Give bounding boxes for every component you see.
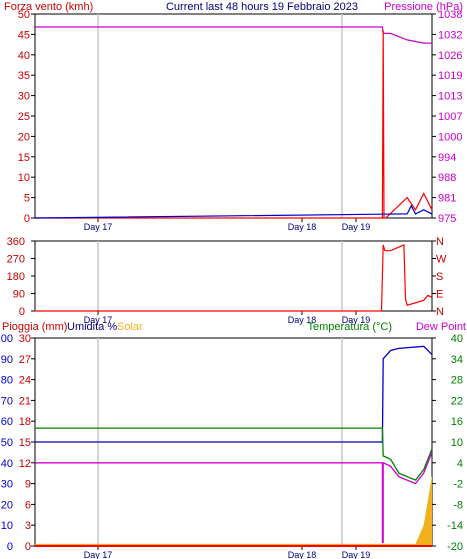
panel-0-right-tick-label-4: 1000 bbox=[438, 131, 462, 143]
panel-2-temp-tick-label-2: -8 bbox=[453, 499, 463, 511]
panel-0-left-tick-label-0: 0 bbox=[24, 213, 30, 225]
panel-1-left-tick-label-4: 360 bbox=[7, 236, 25, 248]
panel-1-right-tick-label-3: W bbox=[436, 254, 447, 266]
panel-2-temp-tick-label-8: 28 bbox=[451, 375, 463, 387]
panel-2-temp-tick-label-7: 22 bbox=[451, 395, 463, 407]
panel-2-humidity-label: Umidita % bbox=[67, 321, 117, 333]
panel-2-temp-tick-label-1: -14 bbox=[447, 520, 463, 532]
panel-0-right-tick-label-1: 981 bbox=[438, 193, 456, 205]
panel-2-humidity-tick-label-3: 30 bbox=[1, 479, 13, 491]
panel-2-rain-label: Pioggia (mm) bbox=[2, 321, 67, 333]
panel-0-right-tick-label-9: 1032 bbox=[438, 29, 462, 41]
panel-2-rain-tick-label-7: 21 bbox=[19, 395, 31, 407]
panel-2-rain-tick-label-2: 6 bbox=[25, 499, 31, 511]
panel-2-solar-label: Solar bbox=[117, 321, 143, 333]
panel-0-left-tick-label-2: 10 bbox=[18, 172, 30, 184]
panel-0-left-tick-label-6: 30 bbox=[18, 91, 30, 103]
panel-1-right-tick-label-4: N bbox=[436, 236, 444, 248]
panel-2-temperature-label: Temperatura (°C) bbox=[308, 321, 392, 333]
panel-0-right-tick-label-8: 1026 bbox=[438, 50, 462, 62]
panel-2-temp-tick-label-9: 34 bbox=[451, 354, 463, 366]
panel-0-right-tick-label-5: 1007 bbox=[438, 111, 462, 123]
panel-0-right-tick-label-0: 975 bbox=[438, 213, 456, 225]
panel-2-humidity-tick-label-0: 0 bbox=[7, 541, 13, 553]
panel-0-right-tick-label-10: 1038 bbox=[438, 9, 462, 21]
panel-2-temp-tick-label-3: -2 bbox=[453, 479, 463, 491]
panel-2-humidity-tick-label-2: 20 bbox=[1, 499, 13, 511]
panel-1-frame bbox=[34, 240, 433, 312]
panel-2-rain-tick-label-4: 12 bbox=[19, 458, 31, 470]
panel-2-x-tick-label-2: Day 19 bbox=[342, 550, 371, 559]
panel-0-left-tick-label-1: 5 bbox=[24, 193, 30, 205]
panel-1-left-tick-label-3: 270 bbox=[7, 254, 25, 266]
panel-0-right-tick-label-3: 994 bbox=[438, 152, 456, 164]
panel-2-rain-tick-label-1: 3 bbox=[25, 520, 31, 532]
panel-0-left-tick-label-7: 35 bbox=[18, 70, 30, 82]
panel-2-x-tick-label-1: Day 18 bbox=[288, 550, 317, 559]
panel-2-humidity-tick-label-4: 40 bbox=[1, 458, 13, 470]
panel-2-temp-tick-label-4: 4 bbox=[457, 458, 463, 470]
panel-2-temp-tick-label-10: 40 bbox=[451, 333, 463, 345]
panel-2-rain-tick-label-0: 0 bbox=[25, 541, 31, 553]
panel-2-rain-tick-label-3: 9 bbox=[25, 479, 31, 491]
panel-2-humidity-tick-label-8: 80 bbox=[1, 375, 13, 387]
panel-0-left-tick-label-9: 45 bbox=[18, 29, 30, 41]
panel-0-x-tick-label-1: Day 18 bbox=[288, 222, 317, 232]
chart-title: Current last 48 hours 19 Febbraio 2023 bbox=[166, 1, 358, 13]
panel-2-humidity-tick-label-6: 60 bbox=[1, 416, 13, 428]
panel-2-humidity-tick-label-7: 70 bbox=[1, 395, 13, 407]
panel-0-left-tick-label-5: 25 bbox=[18, 111, 30, 123]
panel-2-humidity-tick-label-1: 10 bbox=[1, 520, 13, 532]
panel-0-right-tick-label-2: 988 bbox=[438, 172, 456, 184]
panel-0-right-tick-label-7: 1019 bbox=[438, 70, 462, 82]
panel-0-left-tick-label-8: 40 bbox=[18, 50, 30, 62]
panel-2-humidity-tick-label-10: 100 bbox=[0, 333, 13, 345]
panel-1-right-tick-label-2: S bbox=[436, 271, 443, 283]
panel-0-x-tick-label-2: Day 19 bbox=[342, 222, 371, 232]
panel-1-right-tick-label-0: N bbox=[436, 306, 444, 318]
panel-2-rain-tick-label-8: 24 bbox=[19, 375, 31, 387]
panel-2-rain-tick-label-5: 15 bbox=[19, 437, 31, 449]
panel-2-dewpoint-label: Dew Point bbox=[416, 321, 466, 333]
panel-2-humidity-tick-label-5: 50 bbox=[1, 437, 13, 449]
weather-chart-stage: Forza vento (kmh) Current last 48 hours 1… bbox=[0, 0, 467, 559]
panel-2-temp-tick-label-5: 10 bbox=[451, 437, 463, 449]
weather-chart-svg: Forza vento (kmh) Current last 48 hours 1… bbox=[0, 1, 466, 559]
panel-0-right-tick-label-6: 1013 bbox=[438, 91, 462, 103]
panel-1-left-tick-label-2: 180 bbox=[7, 271, 25, 283]
panel-2-x-tick-label-0: Day 17 bbox=[84, 550, 113, 559]
panel-2-temp-tick-label-0: -20 bbox=[447, 541, 463, 553]
panel-2-rain-tick-label-10: 30 bbox=[19, 333, 31, 345]
panel-1-left-tick-label-1: 90 bbox=[13, 289, 25, 301]
panel-0-frame bbox=[34, 13, 433, 219]
panel-1-right-tick-label-1: E bbox=[436, 289, 443, 301]
panel-0-left-tick-label-10: 50 bbox=[18, 9, 30, 21]
panel-2-temp-tick-label-6: 16 bbox=[451, 416, 463, 428]
panel-2-humidity-tick-label-9: 90 bbox=[1, 354, 13, 366]
panel-1-left-tick-label-0: 0 bbox=[19, 306, 25, 318]
panel-0-left-tick-label-4: 20 bbox=[18, 131, 30, 143]
panel-0-left-tick-label-3: 15 bbox=[18, 152, 30, 164]
panel-0-x-tick-label-0: Day 17 bbox=[84, 222, 113, 232]
panel-2-rain-tick-label-9: 27 bbox=[19, 354, 31, 366]
panel-2-rain-tick-label-6: 18 bbox=[19, 416, 31, 428]
